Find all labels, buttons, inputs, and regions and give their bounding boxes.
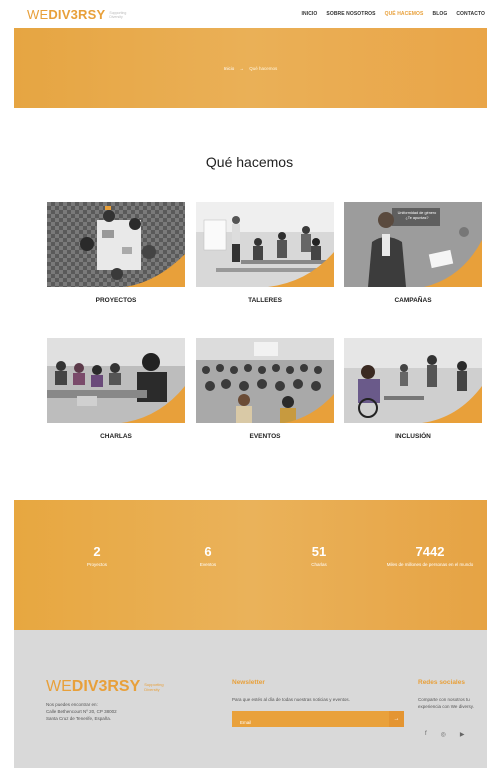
breadcrumb: Inicio → Qué hacemos bbox=[14, 66, 487, 71]
campaign-overlay-line2: ¿Te apuntas? bbox=[405, 216, 429, 220]
logo-diversy-text: DIV3RSY bbox=[48, 7, 106, 22]
card-image-inclusion[interactable] bbox=[344, 338, 482, 423]
newsletter-email-input[interactable] bbox=[232, 714, 389, 731]
stat-charlas: 51 Charlas bbox=[260, 544, 378, 568]
breadcrumb-arrow-icon: → bbox=[239, 66, 245, 71]
nav-inicio[interactable]: INICIO bbox=[302, 11, 318, 17]
main-nav: INICIO SOBRE NOSOTROS QUÉ HACEMOS BLOG C… bbox=[302, 11, 485, 17]
card-talleres[interactable]: TALLERES bbox=[196, 202, 334, 304]
card-inclusion[interactable]: INCLUSIÓN bbox=[344, 338, 482, 440]
talk-photo-image bbox=[47, 338, 185, 423]
hero-banner: Inicio → Qué hacemos bbox=[14, 28, 487, 108]
breadcrumb-home[interactable]: Inicio bbox=[224, 66, 235, 71]
breadcrumb-current: Qué hacemos bbox=[249, 66, 278, 71]
footer-logo-tagline: Supporting Diversity bbox=[144, 682, 164, 692]
footer-logo-diversy: DIV3RSY bbox=[71, 678, 141, 695]
card-proyectos[interactable]: PROYECTOS bbox=[47, 202, 185, 304]
stat-label: Eventos bbox=[199, 562, 217, 567]
newsletter-submit-button[interactable]: → bbox=[389, 711, 404, 727]
site-logo[interactable]: WE DIV3RSY Supporting Diversity bbox=[27, 7, 131, 22]
site-footer: WE DIV3RSY Supporting Diversity Nos pued… bbox=[14, 630, 487, 768]
nav-blog[interactable]: BLOG bbox=[432, 11, 447, 17]
card-label-charlas[interactable]: CHARLAS bbox=[47, 433, 185, 440]
card-label-inclusion[interactable]: INCLUSIÓN bbox=[344, 433, 482, 440]
footer-logo-we: WE bbox=[46, 678, 72, 695]
card-charlas[interactable]: CHARLAS bbox=[47, 338, 185, 440]
newsletter-text: Para que estés al día de todas nuestras … bbox=[232, 697, 350, 702]
meeting-photo-image bbox=[47, 202, 185, 287]
card-image-talleres[interactable] bbox=[196, 202, 334, 287]
workshop-photo-image bbox=[196, 202, 334, 287]
card-image-charlas[interactable] bbox=[47, 338, 185, 423]
stat-number: 51 bbox=[311, 544, 327, 559]
newsletter-title: Newsletter bbox=[232, 679, 265, 686]
stats-section: 2 Proyectos 6 Eventos 51 Charlas 7442 Mi… bbox=[14, 500, 487, 630]
address-line: Nos puedes encontrar en: bbox=[46, 702, 98, 707]
footer-address: Nos puedes encontrar en: Calle Bethencou… bbox=[46, 701, 166, 722]
stat-proyectos: 2 Proyectos bbox=[38, 544, 156, 568]
card-label-proyectos[interactable]: PROYECTOS bbox=[47, 297, 185, 304]
stat-label: Proyectos bbox=[86, 562, 107, 567]
event-audience-photo-image bbox=[196, 338, 334, 423]
address-line: Santa Cruz de Tenerife, España. bbox=[46, 716, 111, 721]
card-label-campanas[interactable]: CAMPAÑAS bbox=[344, 297, 482, 304]
site-header: WE DIV3RSY Supporting Diversity INICIO S… bbox=[0, 0, 499, 28]
card-image-eventos[interactable] bbox=[196, 338, 334, 423]
stat-label: Charlas bbox=[311, 562, 327, 567]
inclusion-photo-image bbox=[344, 338, 482, 423]
stat-label: Miles de millones de personas en el mund… bbox=[386, 562, 474, 567]
instagram-icon[interactable]: ◎ bbox=[441, 731, 446, 738]
stat-number: 7442 bbox=[415, 544, 445, 559]
stat-number: 6 bbox=[204, 544, 212, 559]
card-label-eventos[interactable]: EVENTOS bbox=[196, 433, 334, 440]
social-icons: f ◎ ▶ bbox=[425, 731, 465, 738]
address-line: Calle Bethencourt Nº 20, CP 38002 bbox=[46, 709, 117, 714]
newsletter-email-wrapper bbox=[232, 711, 389, 731]
nav-contacto[interactable]: CONTACTO bbox=[456, 11, 485, 17]
card-label-talleres[interactable]: TALLERES bbox=[196, 297, 334, 304]
facebook-icon[interactable]: f bbox=[425, 731, 427, 738]
social-text: Comparte con nosotros tu experiencia con… bbox=[418, 697, 474, 709]
card-eventos[interactable]: EVENTOS bbox=[196, 338, 334, 440]
campaign-overlay-text: Uniformidad de género ¿Te apuntas? bbox=[394, 211, 440, 221]
stat-personas: 7442 Miles de millones de personas en el… bbox=[371, 544, 489, 568]
stat-number: 2 bbox=[93, 544, 101, 559]
card-image-campanas[interactable]: Uniformidad de género ¿Te apuntas? bbox=[344, 202, 482, 287]
footer-logo[interactable]: WE DIV3RSY Supporting Diversity bbox=[46, 678, 170, 696]
stat-eventos: 6 Eventos bbox=[149, 544, 267, 568]
nav-sobre-nosotros[interactable]: SOBRE NOSOTROS bbox=[326, 11, 375, 17]
logo-tagline: Supporting Diversity bbox=[109, 10, 127, 19]
social-title: Redes sociales bbox=[418, 679, 465, 686]
youtube-icon[interactable]: ▶ bbox=[460, 731, 465, 738]
card-image-proyectos[interactable] bbox=[47, 202, 185, 287]
nav-que-hacemos[interactable]: QUÉ HACEMOS bbox=[385, 11, 424, 17]
section-title: Qué hacemos bbox=[205, 154, 294, 170]
card-campanas[interactable]: Uniformidad de género ¿Te apuntas? CAMPA… bbox=[344, 202, 482, 304]
logo-we-text: WE bbox=[27, 7, 49, 22]
